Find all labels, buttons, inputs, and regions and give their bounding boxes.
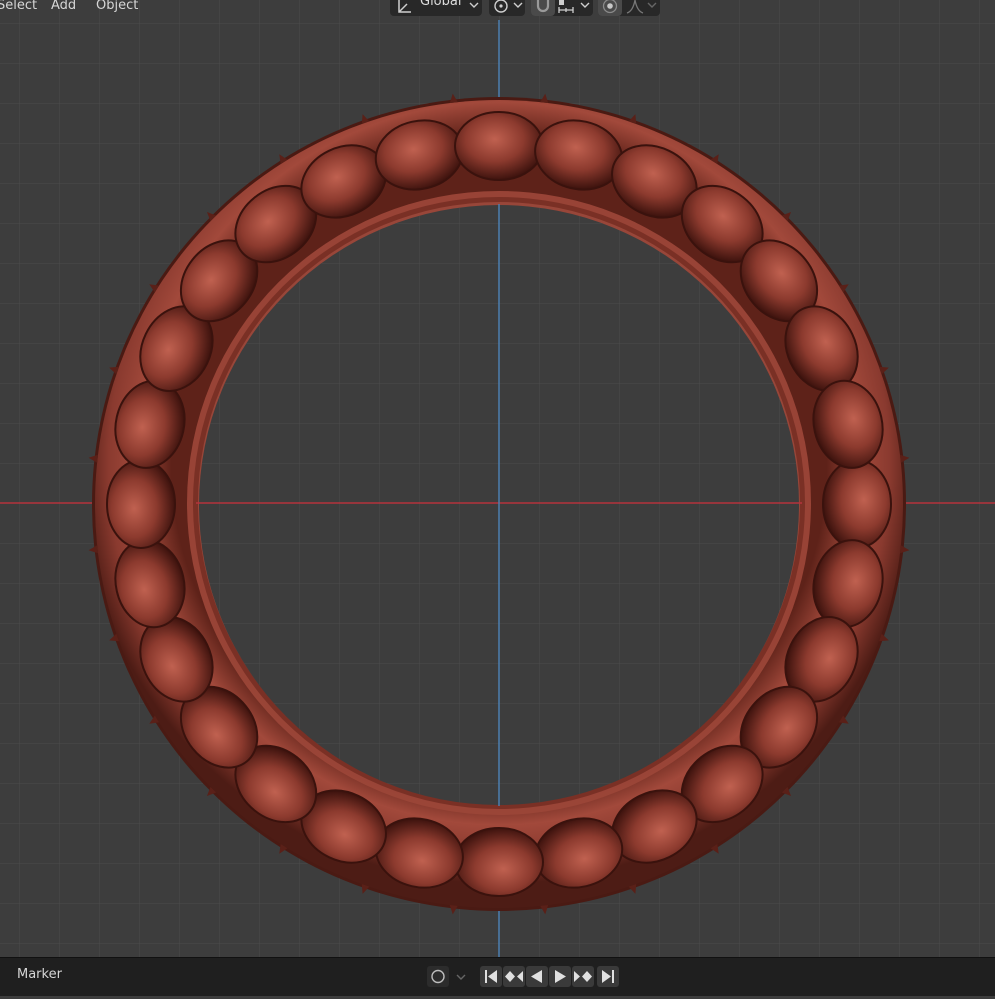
pivot-point-icon (494, 0, 508, 13)
ring-bead (822, 459, 892, 549)
transform-orientation-label: Global (420, 0, 462, 9)
record-button[interactable] (427, 966, 449, 987)
menu-select[interactable]: Select (0, 0, 37, 18)
chevron-down-icon (469, 2, 479, 8)
play-button[interactable] (549, 966, 571, 987)
jump-to-end-button[interactable] (597, 966, 619, 987)
jump-to-end-icon (602, 970, 614, 983)
falloff-curve-icon[interactable] (625, 0, 645, 15)
proportional-editing-toggle[interactable] (598, 0, 622, 16)
record-icon (431, 969, 445, 984)
marker-menu[interactable]: Marker (17, 967, 62, 982)
snap-toggle[interactable] (531, 0, 555, 16)
snap-increment-icon[interactable] (556, 0, 576, 15)
ring-bead (454, 111, 544, 181)
next-keyframe-button[interactable] (572, 966, 594, 987)
menu-add[interactable]: Add (51, 0, 76, 18)
snap-magnet-icon (536, 0, 550, 13)
3d-viewport[interactable] (0, 0, 995, 995)
viewport-header: Select Add Object Global (0, 0, 995, 20)
chevron-down-icon[interactable] (456, 974, 466, 982)
chevron-down-icon (513, 2, 523, 8)
ring-bead (454, 827, 544, 897)
viewport-canvas (0, 0, 995, 995)
ring-bead (106, 459, 176, 549)
play-reverse-button[interactable] (526, 966, 548, 987)
chevron-down-icon[interactable] (580, 2, 590, 10)
proportional-editing-group (598, 0, 660, 16)
ring-mesh[interactable] (88, 93, 910, 915)
timeline-header: Marker (0, 957, 995, 996)
menu-object[interactable]: Object (96, 0, 138, 18)
jump-to-start-button[interactable] (480, 966, 502, 987)
transform-orientation-icon (398, 0, 411, 13)
previous-keyframe-button[interactable] (503, 966, 525, 987)
snap-group (531, 0, 593, 16)
proportional-editing-icon (602, 0, 618, 14)
next-keyframe-icon (574, 971, 592, 982)
previous-keyframe-icon (505, 971, 523, 982)
pivot-point-dropdown[interactable] (489, 0, 525, 16)
play-icon (555, 970, 566, 983)
chevron-down-icon[interactable] (647, 2, 657, 10)
transform-orientation-dropdown[interactable]: Global (390, 0, 482, 16)
jump-to-start-icon (485, 970, 497, 983)
play-reverse-icon (531, 970, 542, 983)
